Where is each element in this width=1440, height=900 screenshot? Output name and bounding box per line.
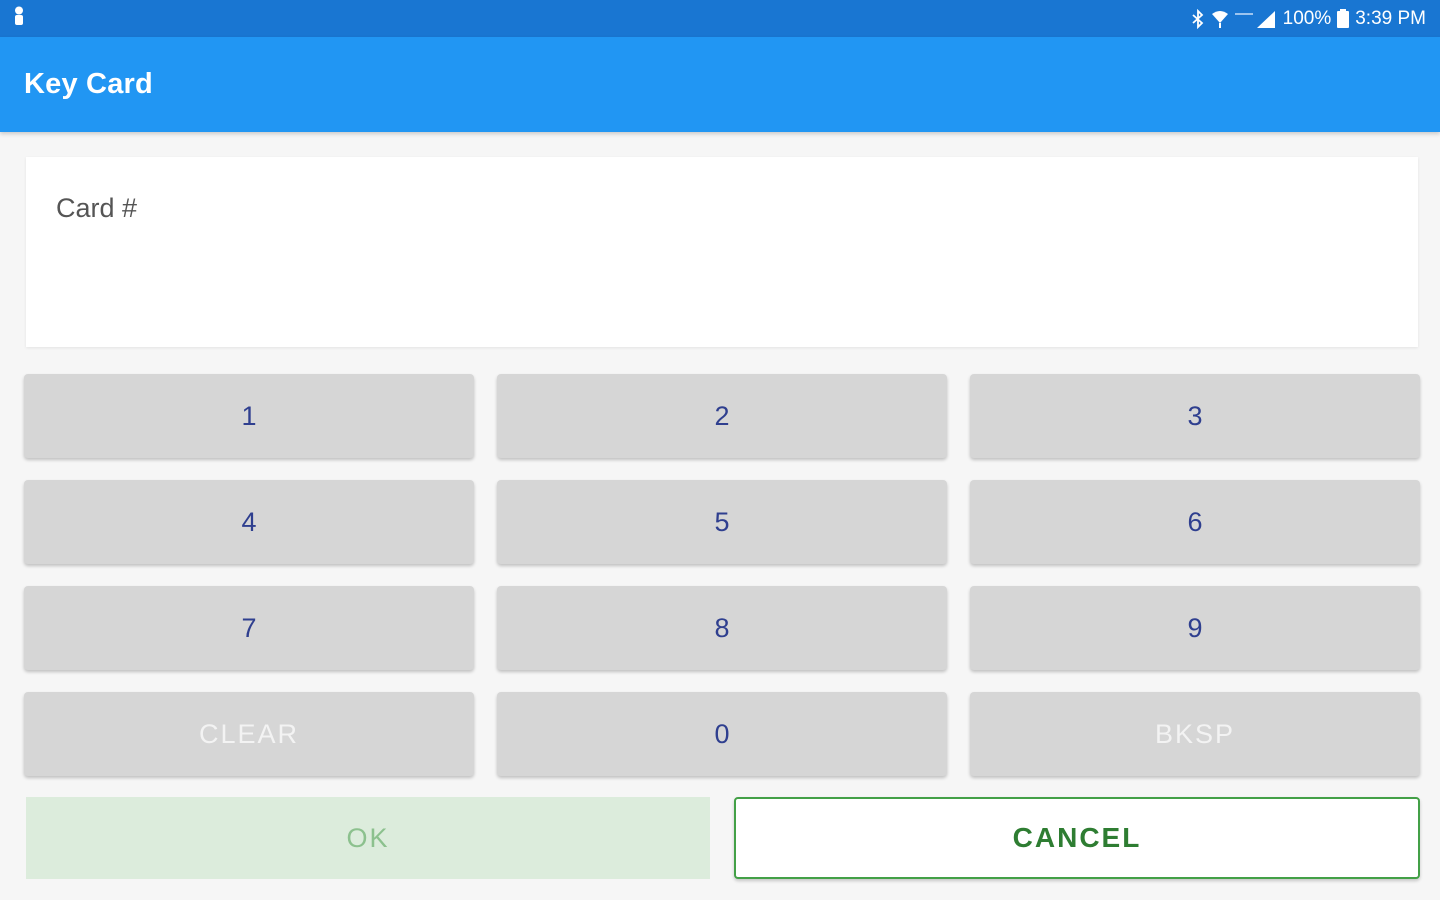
ok-button[interactable]: OK (26, 797, 710, 879)
person-notification-icon (12, 6, 26, 31)
action-buttons: OK CANCEL (26, 797, 1420, 881)
key-3[interactable]: 3 (970, 374, 1420, 458)
backspace-button[interactable]: BKSP (970, 692, 1420, 776)
card-number-label: Card # (56, 193, 138, 223)
app-bar: Key Card (0, 37, 1440, 132)
wifi-icon (1211, 9, 1229, 29)
key-2[interactable]: 2 (497, 374, 947, 458)
page-title: Key Card (24, 68, 153, 100)
key-9[interactable]: 9 (970, 586, 1420, 670)
battery-icon (1337, 8, 1350, 29)
key-7[interactable]: 7 (24, 586, 474, 670)
clear-button[interactable]: CLEAR (24, 692, 474, 776)
key-8[interactable]: 8 (497, 586, 947, 670)
card-number-field[interactable]: Card # (26, 157, 1418, 347)
battery-percent: 100% (1282, 7, 1332, 29)
cancel-button[interactable]: CANCEL (734, 797, 1420, 879)
cell-signal-icon (1234, 9, 1277, 29)
key-1[interactable]: 1 (24, 374, 474, 458)
keypad: 1 2 3 4 5 6 7 8 9 CLEAR 0 BKSP (24, 374, 1420, 776)
key-6[interactable]: 6 (970, 480, 1420, 564)
bluetooth-icon (1191, 8, 1205, 29)
clock: 3:39 PM (1355, 7, 1426, 29)
key-5[interactable]: 5 (497, 480, 947, 564)
status-bar: 100% 3:39 PM (0, 0, 1440, 37)
key-0[interactable]: 0 (497, 692, 947, 776)
key-4[interactable]: 4 (24, 480, 474, 564)
